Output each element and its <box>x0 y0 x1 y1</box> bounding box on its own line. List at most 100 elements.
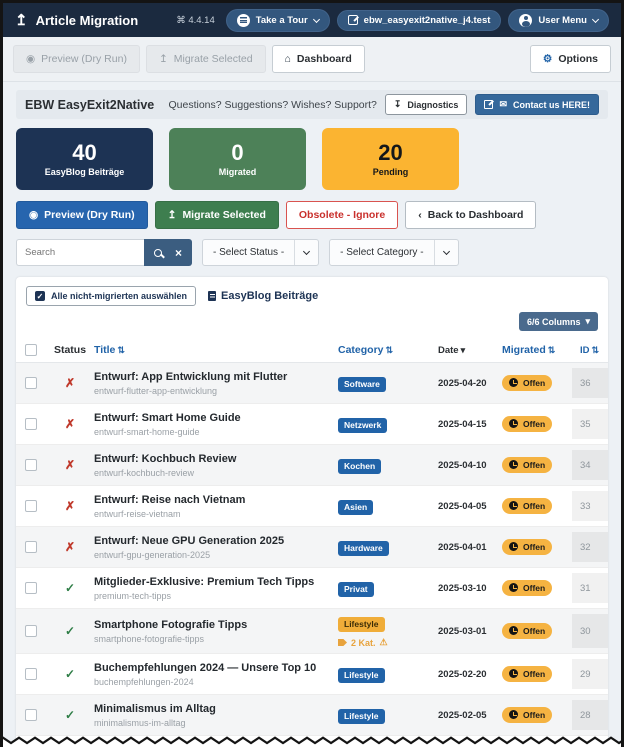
category-badge: Kochen <box>338 459 381 474</box>
row-checkbox[interactable] <box>25 625 37 637</box>
contact-button[interactable]: ✉ Contact us HERE! <box>475 94 599 115</box>
migrate-selected-button[interactable]: ↥ Migrate Selected <box>155 201 279 229</box>
stat-label: EasyBlog Beiträge <box>45 167 125 177</box>
page-title: Article Migration <box>36 13 139 28</box>
row-checkbox[interactable] <box>25 709 37 721</box>
article-id: 32 <box>572 532 608 562</box>
clock-icon <box>509 669 518 678</box>
row-checkbox[interactable] <box>25 668 37 680</box>
category-badge: Software <box>338 377 386 392</box>
migrated-badge: Offen <box>502 707 552 723</box>
header-id[interactable]: ID⇅ <box>572 338 608 362</box>
table-row: ✓ Mitglieder-Exklusive: Premium Tech Tip… <box>16 568 608 609</box>
clock-icon <box>509 378 518 387</box>
upload-icon: ↥ <box>168 209 177 221</box>
chevron-down-icon <box>303 248 310 255</box>
back-to-dashboard-button[interactable]: ‹ Back to Dashboard <box>405 201 536 229</box>
sort-icon: ⇅ <box>117 345 125 355</box>
article-title[interactable]: Entwurf: App Entwicklung mit Flutter <box>94 371 330 383</box>
toolbar-preview-button[interactable]: ◉ Preview (Dry Run) <box>13 45 140 73</box>
external-link-icon <box>484 100 493 109</box>
migrated-badge: Offen <box>502 666 552 682</box>
version-label: ⌘ 4.4.14 <box>176 15 215 26</box>
status-icon: ✓ <box>65 708 75 722</box>
article-id: 36 <box>572 368 608 398</box>
status-icon: ✓ <box>65 581 75 595</box>
article-title[interactable]: Buchempfehlungen 2024 — Unsere Top 10 <box>94 662 330 674</box>
article-slug: entwurf-smart-home-guide <box>94 427 330 437</box>
article-title[interactable]: Entwurf: Kochbuch Review <box>94 453 330 465</box>
sort-icon: ⇅ <box>386 345 394 355</box>
row-checkbox[interactable] <box>25 582 37 594</box>
category-badge: Privat <box>338 582 374 597</box>
table-row: ✗ Entwurf: Neue GPU Generation 2025 entw… <box>16 527 608 568</box>
toolbar-options-button[interactable]: ⚙ Options <box>530 45 611 73</box>
article-title[interactable]: Mitglieder-Exklusive: Premium Tech Tipps <box>94 576 330 588</box>
clock-icon <box>509 501 518 510</box>
article-id: 31 <box>572 573 608 603</box>
select-all-unmigrated-button[interactable]: ✓ Alle nicht-migrierten auswählen <box>26 286 196 306</box>
stat-label: Migrated <box>219 167 257 177</box>
obsolete-ignore-button[interactable]: Obsolete - Ignore <box>286 201 398 229</box>
category-select[interactable]: - Select Category - <box>329 239 458 266</box>
status-select[interactable]: - Select Status - <box>202 239 319 266</box>
component-title: EBW EasyExit2Native <box>25 98 154 112</box>
stat-card-easyblog: 40 EasyBlog Beiträge <box>16 128 153 190</box>
stat-card-migrated: 0 Migrated <box>169 128 306 190</box>
take-a-tour-button[interactable]: Take a Tour <box>226 9 330 32</box>
migrated-badge: Offen <box>502 539 552 555</box>
article-title[interactable]: Minimalismus im Alltag <box>94 703 330 715</box>
support-question: Questions? Suggestions? Wishes? Support? <box>169 99 377 111</box>
search-input[interactable] <box>16 239 144 266</box>
status-icon: ✗ <box>65 417 75 431</box>
article-title[interactable]: Smartphone Fotografie Tipps <box>94 619 330 631</box>
status-icon: ✗ <box>65 458 75 472</box>
header-category[interactable]: Category⇅ <box>338 344 438 356</box>
toolbar-migrate-button[interactable]: ↥ Migrate Selected <box>146 45 266 73</box>
article-title[interactable]: Entwurf: Reise nach Vietnam <box>94 494 330 506</box>
user-menu-button[interactable]: User Menu <box>508 9 609 32</box>
chevron-left-icon: ‹ <box>418 209 422 221</box>
torn-edge-decoration <box>3 734 621 747</box>
row-checkbox[interactable] <box>25 418 37 430</box>
row-checkbox[interactable] <box>25 377 37 389</box>
article-title[interactable]: Entwurf: Neue GPU Generation 2025 <box>94 535 330 547</box>
header-date[interactable]: Date▾ <box>438 345 502 356</box>
article-title[interactable]: Entwurf: Smart Home Guide <box>94 412 330 424</box>
category-badge: Hardware <box>338 541 389 556</box>
diagnostics-button[interactable]: ↧ Diagnostics <box>385 94 468 115</box>
sliders-icon <box>237 14 250 27</box>
migrated-badge: Offen <box>502 416 552 432</box>
row-checkbox[interactable] <box>25 459 37 471</box>
header-title[interactable]: Title⇅ <box>94 344 338 356</box>
article-date: 2025-04-20 <box>438 378 502 389</box>
article-slug: entwurf-flutter-app-entwicklung <box>94 386 330 396</box>
clear-search-icon[interactable]: × <box>175 247 182 259</box>
preview-dry-run-button[interactable]: ◉ Preview (Dry Run) <box>16 201 148 229</box>
table-row: ✓ Smartphone Fotografie Tipps smartphone… <box>16 609 608 654</box>
site-link-button[interactable]: ebw_easyexit2native_j4.test <box>337 10 502 31</box>
clock-icon <box>509 542 518 551</box>
article-id: 28 <box>572 700 608 730</box>
search-icon[interactable] <box>154 249 162 257</box>
app-window: ↥ Article Migration ⌘ 4.4.14 Take a Tour… <box>0 0 624 747</box>
columns-dropdown-button[interactable]: 6/6 Columns ▾ <box>519 312 598 331</box>
toolbar-dashboard-button[interactable]: ⌂ Dashboard <box>272 45 365 73</box>
article-slug: smartphone-fotografie-tipps <box>94 634 330 644</box>
eye-icon: ◉ <box>29 209 38 221</box>
sort-desc-icon: ▾ <box>461 345 466 355</box>
filter-bar: × - Select Status - - Select Category - <box>16 239 608 266</box>
status-icon: ✗ <box>65 376 75 390</box>
article-slug: entwurf-gpu-generation-2025 <box>94 550 330 560</box>
stat-label: Pending <box>373 167 409 177</box>
row-checkbox[interactable] <box>25 541 37 553</box>
status-icon: ✓ <box>65 667 75 681</box>
search-button-group[interactable]: × <box>144 239 192 266</box>
category-badge: Asien <box>338 500 373 515</box>
header-migrated[interactable]: Migrated⇅ <box>502 344 572 356</box>
caret-down-icon: ▾ <box>585 316 590 327</box>
home-icon: ⌂ <box>285 53 291 65</box>
row-checkbox[interactable] <box>25 500 37 512</box>
select-all-checkbox[interactable] <box>25 344 37 356</box>
gear-icon: ⚙ <box>543 53 552 65</box>
